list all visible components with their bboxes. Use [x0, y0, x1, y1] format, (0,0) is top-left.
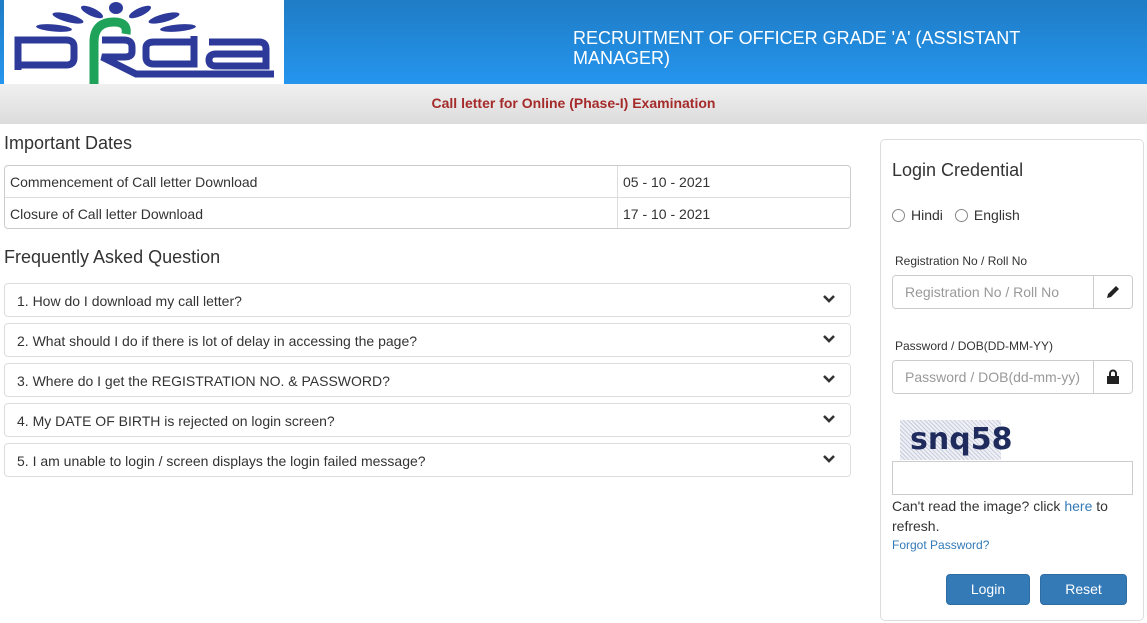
lock-icon	[1093, 361, 1132, 393]
chevron-down-icon	[823, 335, 835, 343]
registration-label: Registration No / Roll No	[895, 254, 1028, 268]
radio-hindi[interactable]	[892, 208, 905, 222]
page-title: RECRUITMENT OF OFFICER GRADE 'A' (ASSIST…	[573, 28, 1020, 68]
date-value: 17 - 10 - 2021	[623, 206, 711, 222]
forgot-password-link[interactable]: Forgot Password?	[892, 538, 989, 552]
radio-label-english[interactable]: English	[974, 207, 1020, 223]
refresh-prefix: Can't read the image? click	[892, 498, 1065, 514]
faq-item-3[interactable]: 3. Where do I get the REGISTRATION NO. &…	[4, 363, 851, 397]
captcha-image: snq58	[900, 420, 1012, 460]
captcha-input[interactable]	[892, 461, 1133, 495]
radio-label-hindi[interactable]: Hindi	[911, 207, 943, 223]
faq-heading: Frequently Asked Question	[4, 247, 221, 267]
password-label: Password / DOB(DD-MM-YY)	[895, 339, 1054, 353]
chevron-down-icon	[823, 375, 835, 383]
page-header: RECRUITMENT OF OFFICER GRADE 'A' (ASSIST…	[0, 0, 1147, 84]
faq-question: 4. My DATE OF BIRTH is rejected on login…	[17, 413, 335, 429]
faq-item-2[interactable]: 2. What should I do if there is lot of d…	[4, 323, 851, 357]
login-panel: Login Credential Hindi English Registrat…	[880, 139, 1144, 621]
login-title: Login Credential	[892, 160, 1024, 180]
captcha-refresh-text: Can't read the image? click here to refr…	[892, 496, 1137, 536]
page-subtitle: Call letter for Online (Phase-I) Examina…	[431, 95, 716, 111]
faq-question: 5. I am unable to login / screen display…	[17, 453, 426, 469]
date-label: Closure of Call letter Download	[5, 198, 618, 228]
subtitle-bar: Call letter for Online (Phase-I) Examina…	[0, 84, 1147, 124]
registration-input-group	[892, 275, 1133, 309]
login-button[interactable]: Login	[946, 574, 1030, 605]
faq-item-1[interactable]: 1. How do I download my call letter?	[4, 283, 851, 317]
reset-button[interactable]: Reset	[1040, 574, 1127, 605]
radio-english[interactable]	[954, 208, 968, 222]
faq-question: 1. How do I download my call letter?	[17, 293, 242, 309]
faq-item-4[interactable]: 4. My DATE OF BIRTH is rejected on login…	[4, 403, 851, 437]
chevron-down-icon	[823, 455, 835, 463]
date-label: Commencement of Call letter Download	[5, 166, 618, 197]
logo-icon	[14, 2, 274, 84]
registration-input[interactable]	[893, 276, 1093, 308]
chevron-down-icon	[823, 295, 835, 303]
important-dates-heading: Important Dates	[4, 133, 133, 153]
password-input[interactable]	[893, 361, 1093, 393]
language-selector: Hindi English	[892, 207, 1032, 223]
chevron-down-icon	[823, 415, 835, 423]
important-dates-table: Commencement of Call letter Download 05 …	[4, 165, 851, 229]
faq-item-5[interactable]: 5. I am unable to login / screen display…	[4, 443, 851, 477]
captcha-refresh-link[interactable]: here	[1064, 498, 1092, 514]
faq-question: 2. What should I do if there is lot of d…	[17, 333, 418, 349]
table-row: Closure of Call letter Download 17 - 10 …	[5, 197, 850, 228]
password-input-group	[892, 360, 1133, 394]
date-value: 05 - 10 - 2021	[623, 174, 711, 190]
pencil-icon	[1093, 276, 1132, 308]
faq-question: 3. Where do I get the REGISTRATION NO. &…	[17, 373, 390, 389]
table-row: Commencement of Call letter Download 05 …	[5, 166, 850, 197]
pfrda-logo	[4, 0, 284, 84]
